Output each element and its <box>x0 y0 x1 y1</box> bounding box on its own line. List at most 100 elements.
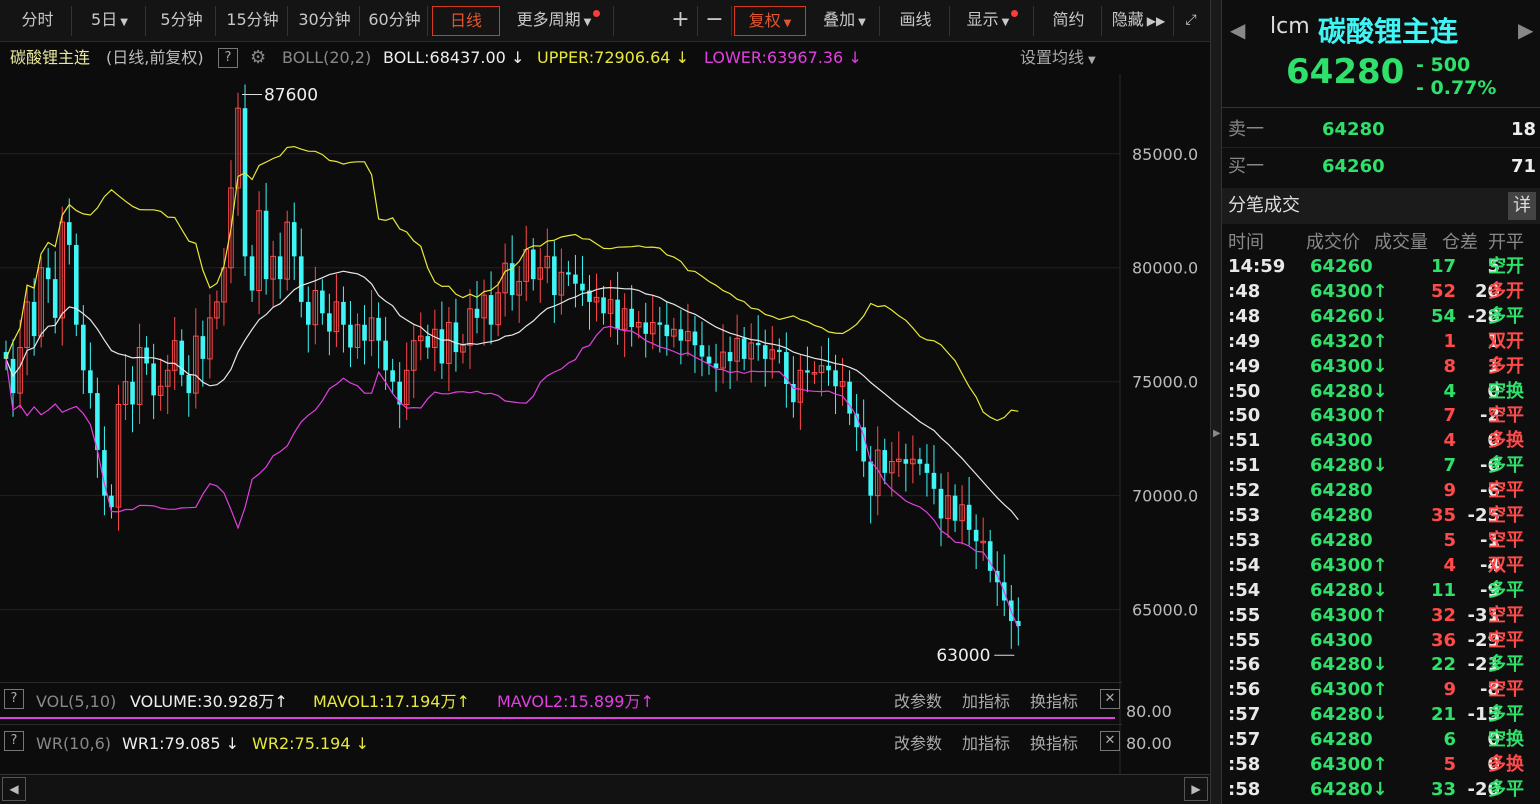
zoom-out-button[interactable]: − <box>698 6 732 36</box>
tab-30min[interactable]: 30分钟 <box>290 6 360 36</box>
collapse-icon[interactable]: ▶ <box>1213 428 1221 439</box>
ask-volume: 18 <box>1510 119 1536 140</box>
candle-body <box>924 463 930 473</box>
close-icon[interactable]: ✕ <box>1100 689 1120 709</box>
candle-body <box>200 336 206 359</box>
tick-row: :58 64280↓ 33 -20 多平 <box>1222 777 1540 802</box>
bid-price: 64260 <box>1322 156 1385 177</box>
edit-params-button[interactable]: 改参数 <box>894 731 942 757</box>
candle-body <box>439 329 445 364</box>
bid-row: 买一 64260 71 <box>1222 148 1540 185</box>
help-icon[interactable]: ? <box>4 689 24 709</box>
candle-body <box>52 279 58 318</box>
col-volume: 成交量 <box>1374 232 1428 253</box>
vol-indicator-name[interactable]: VOL(5,10) <box>36 689 116 715</box>
tick-type: 多平 <box>1488 305 1524 327</box>
candle-body <box>699 345 705 357</box>
scroll-left-icon[interactable]: ◀ <box>2 777 26 801</box>
change-indicator-button[interactable]: 换指标 <box>1030 731 1078 757</box>
edit-params-button[interactable]: 改参数 <box>894 689 942 715</box>
tab-5day[interactable]: 5日 ▼ <box>74 6 146 36</box>
wr2-value: WR2:75.194 ↓ <box>252 734 369 753</box>
tab-15min[interactable]: 15分钟 <box>218 6 288 36</box>
tick-type: 空平 <box>1488 405 1524 427</box>
tick-price: 64280↓ <box>1310 654 1388 676</box>
tab-daily[interactable]: 日线 <box>432 6 500 36</box>
volume-panel: ? VOL(5,10) VOLUME:30.928万↑ MAVOL1:17.19… <box>0 682 1122 722</box>
tab-5min[interactable]: 5分钟 <box>148 6 216 36</box>
hide-button[interactable]: 隐藏 ▶▶ <box>1104 6 1174 36</box>
candle-body <box>31 301 37 337</box>
tab-60min[interactable]: 60分钟 <box>362 6 428 36</box>
help-icon[interactable]: ? <box>4 731 24 751</box>
bid-volume: 71 <box>1510 156 1536 177</box>
tick-type: 多平 <box>1488 654 1524 676</box>
tick-volume: 5 <box>1443 529 1456 551</box>
indicator-name[interactable]: BOLL(20,2) <box>282 44 371 72</box>
detail-button[interactable]: 详 <box>1508 192 1536 220</box>
tick-volume: 22 <box>1430 654 1456 676</box>
more-periods-button[interactable]: 更多周期 ▼ <box>504 6 614 36</box>
candle-body <box>425 336 431 348</box>
tick-row: :57 64280↓ 21 -15 多平 <box>1222 702 1540 727</box>
tick-price: 64260 <box>1310 256 1373 277</box>
candle-body <box>629 308 634 327</box>
tick-row: :56 64300↑ 9 -8 空平 <box>1222 677 1540 702</box>
tick-type: 空平 <box>1488 505 1524 526</box>
kline-chart[interactable]: 85000.0 80000.0 75000.0 70000.0 65000.0 87600… <box>0 0 1210 774</box>
next-contract-icon[interactable]: ▶ <box>1518 18 1533 42</box>
tick-type: 多换 <box>1488 430 1524 452</box>
candle-body <box>291 222 297 257</box>
volume-value: VOLUME:30.928万↑ <box>130 692 288 711</box>
double-chevron-right-icon: ▶▶ <box>1146 14 1166 28</box>
tick-type: 双平 <box>1488 554 1524 576</box>
draw-button[interactable]: 画线 <box>882 6 950 36</box>
tick-header: 分笔成交 详 <box>1222 188 1540 224</box>
tick-price: 64300↑ <box>1310 554 1388 576</box>
notification-dot-icon <box>593 10 601 17</box>
tick-volume: 4 <box>1443 430 1456 452</box>
tick-price: 64280↓ <box>1310 380 1388 402</box>
candle-body <box>530 249 536 280</box>
change-indicator-button[interactable]: 换指标 <box>1030 689 1078 715</box>
help-icon[interactable]: ? <box>218 48 238 68</box>
zoom-in-button[interactable]: + <box>664 6 698 36</box>
settings-gear-icon[interactable]: ⚙ <box>250 44 266 72</box>
ask-price: 64280 <box>1322 119 1385 140</box>
add-indicator-button[interactable]: 加指标 <box>962 731 1010 757</box>
tick-time: :51 <box>1228 455 1261 477</box>
adjust-button[interactable]: 复权 ▼ <box>734 6 806 36</box>
candle-body <box>657 322 663 325</box>
tick-volume: 21 <box>1430 704 1456 726</box>
tick-row: :48 64260↓ 54 -28 多平 <box>1222 304 1540 329</box>
scroll-right-icon[interactable]: ▶ <box>1184 777 1208 801</box>
display-button[interactable]: 显示 ▼ <box>952 6 1034 36</box>
tab-intraday[interactable]: 分时 <box>4 6 72 36</box>
tick-time: :55 <box>1228 604 1261 626</box>
wr-indicator-name[interactable]: WR(10,6) <box>36 731 111 757</box>
prev-contract-icon[interactable]: ◀ <box>1230 18 1245 42</box>
simple-button[interactable]: 简约 <box>1036 6 1102 36</box>
contract-name: 碳酸锂主连 <box>10 48 91 67</box>
candle-body <box>376 317 381 341</box>
candle-body <box>341 301 346 325</box>
chart-mode: (日线,前复权) <box>106 48 204 67</box>
chart-legend: 碳酸锂主连 (日线,前复权) ? ⚙ BOLL(20,2) BOLL:68437… <box>0 44 1120 72</box>
add-indicator-button[interactable]: 加指标 <box>962 689 1010 715</box>
candle-body <box>580 283 585 291</box>
tick-time: :58 <box>1228 754 1261 775</box>
tick-price: 64300↑ <box>1310 280 1388 302</box>
chevron-down-icon: ▼ <box>1001 17 1010 28</box>
quote-header: ◀ lcm 碳酸锂主连 ▶ 64280 - 500 - 0.77% <box>1222 0 1540 108</box>
tick-price: 64300↑ <box>1310 604 1388 626</box>
fullscreen-icon[interactable]: ⤢ <box>1176 6 1206 36</box>
candle-body <box>938 488 944 519</box>
close-icon[interactable]: ✕ <box>1100 731 1120 751</box>
tick-row: :56 64280↓ 22 -21 多平 <box>1222 652 1540 677</box>
overlay-button[interactable]: 叠加 ▼ <box>810 6 880 36</box>
tick-price: 64300 <box>1310 430 1373 452</box>
ma-settings-button[interactable]: 设置均线 ▼ <box>1020 44 1096 75</box>
panel-splitter[interactable]: ▶ <box>1210 0 1222 804</box>
candle-body <box>305 301 311 325</box>
tick-price: 64280↓ <box>1310 704 1388 726</box>
